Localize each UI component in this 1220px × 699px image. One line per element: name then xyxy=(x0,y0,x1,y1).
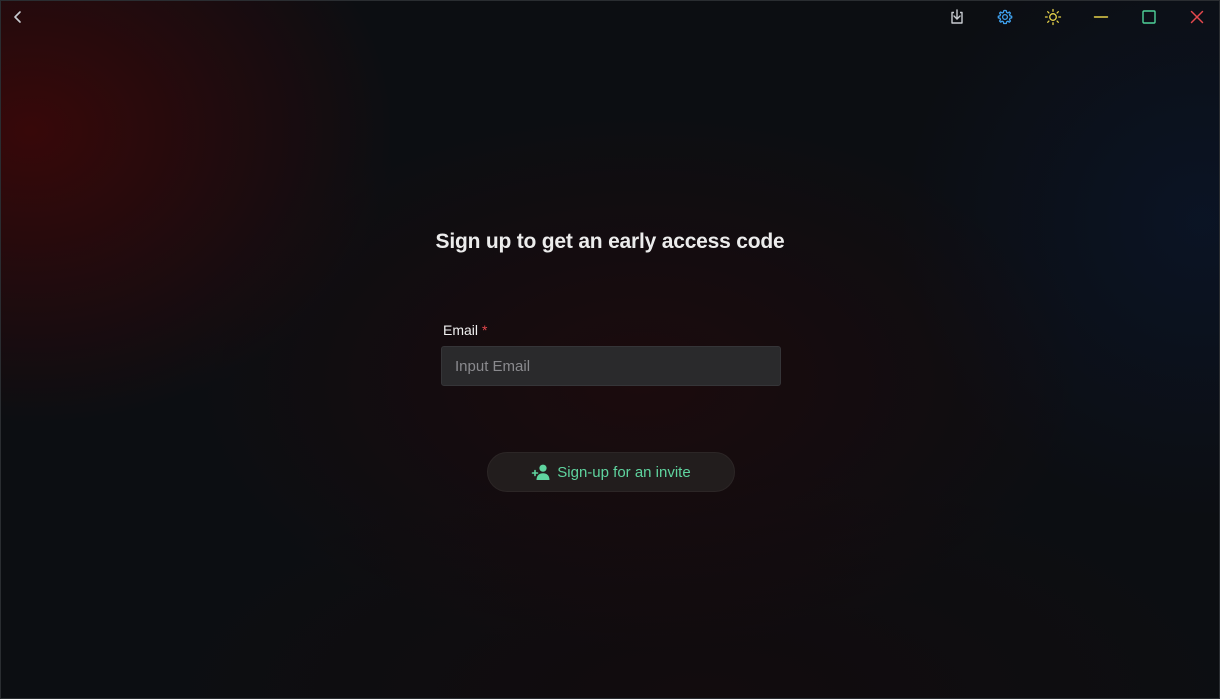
signup-form: Sign up to get an early access code Emai… xyxy=(1,1,1219,698)
signup-invite-button[interactable]: Sign-up for an invite xyxy=(487,452,735,492)
page-title: Sign up to get an early access code xyxy=(435,230,785,253)
required-marker: * xyxy=(482,322,488,338)
email-label: Email * xyxy=(443,322,487,338)
person-add-icon xyxy=(531,462,551,482)
app-window: Sign up to get an early access code Emai… xyxy=(0,0,1220,699)
signup-invite-label: Sign-up for an invite xyxy=(557,463,691,481)
email-label-text: Email xyxy=(443,322,479,338)
email-input[interactable] xyxy=(441,346,781,386)
